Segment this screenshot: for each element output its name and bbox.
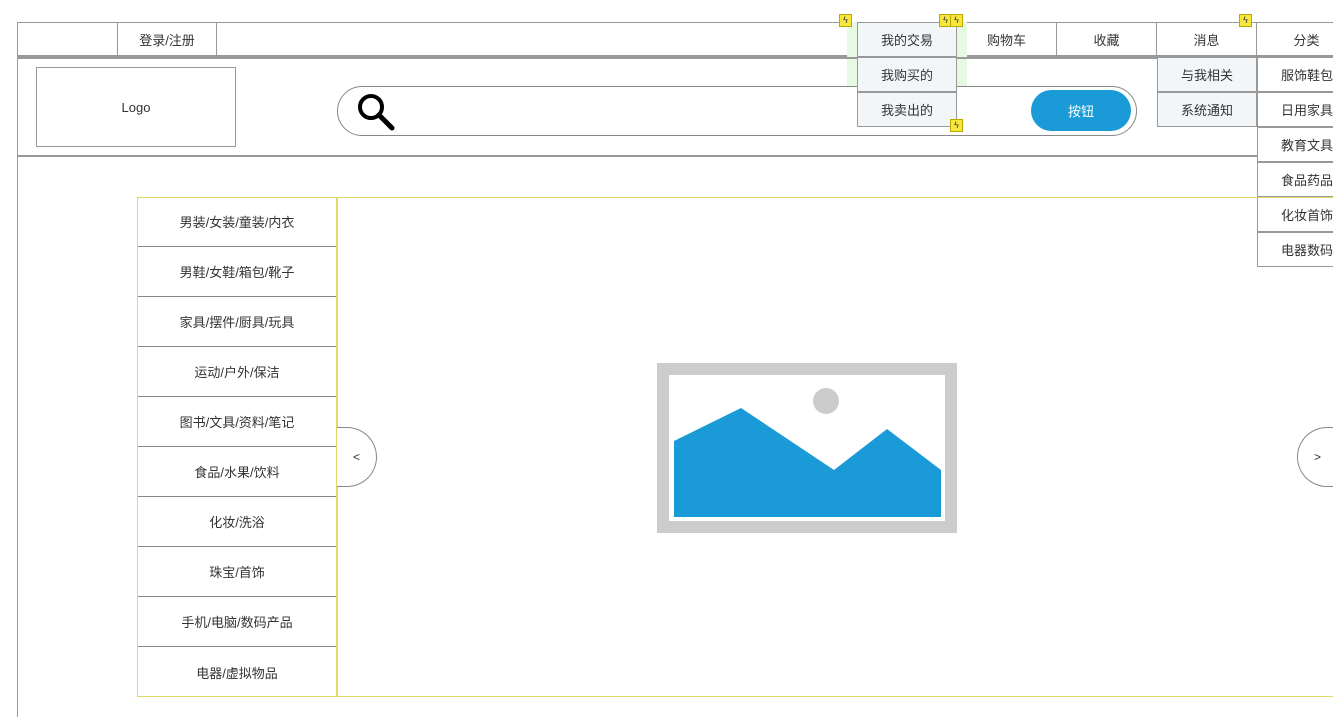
sidebar-item-category[interactable]: 运动/户外/保洁 [138,347,336,397]
image-placeholder-icon [657,363,957,533]
sidebar-item-category[interactable]: 男装/女装/童装/内衣 [138,197,336,247]
menu-item-my-sales[interactable]: 我卖出的 [857,92,957,127]
search-input[interactable] [337,86,1137,136]
lightning-icon: ϟ [950,119,963,132]
menu-item-category[interactable]: 食品药品 [1257,162,1333,197]
lightning-icon: ϟ [839,14,852,27]
sidebar-item-category[interactable]: 男鞋/女鞋/箱包/靴子 [138,247,336,297]
search-button[interactable]: 按钮 [1031,90,1131,131]
lightning-icon: ϟ [1239,14,1252,27]
lightning-icon: ϟ [950,14,963,27]
search-icon [358,94,395,131]
sidebar-item-category[interactable]: 化妆/洗浴 [138,497,336,547]
cart-link[interactable]: 购物车 [957,22,1057,57]
logo[interactable]: Logo [36,67,236,147]
login-register-link[interactable]: 登录/注册 [117,22,217,57]
favorites-link[interactable]: 收藏 [1057,22,1157,57]
sidebar-item-category[interactable]: 图书/文具/资料/笔记 [138,397,336,447]
page-border [17,157,18,717]
sidebar-item-category[interactable]: 电器/虚拟物品 [138,647,336,697]
sidebar-item-category[interactable]: 食品/水果/饮料 [138,447,336,497]
menu-item-category[interactable]: 服饰鞋包 [1257,57,1333,92]
menu-item-category[interactable]: 教育文具 [1257,127,1333,162]
menu-item-related-to-me[interactable]: 与我相关 [1157,57,1257,92]
my-trades-menu[interactable]: 我的交易 [857,22,957,57]
sidebar-item-category[interactable]: 家具/摆件/厨具/玩具 [138,297,336,347]
menu-item-system-notice[interactable]: 系统通知 [1157,92,1257,127]
sidebar-item-category[interactable]: 珠宝/首饰 [138,547,336,597]
sidebar-item-category[interactable]: 手机/电脑/数码产品 [138,597,336,647]
category-menu[interactable]: 分类 [1257,22,1333,57]
menu-item-category[interactable]: 日用家具 [1257,92,1333,127]
menu-item-my-purchases[interactable]: 我购买的 [857,57,957,92]
messages-menu[interactable]: 消息 [1157,22,1257,57]
